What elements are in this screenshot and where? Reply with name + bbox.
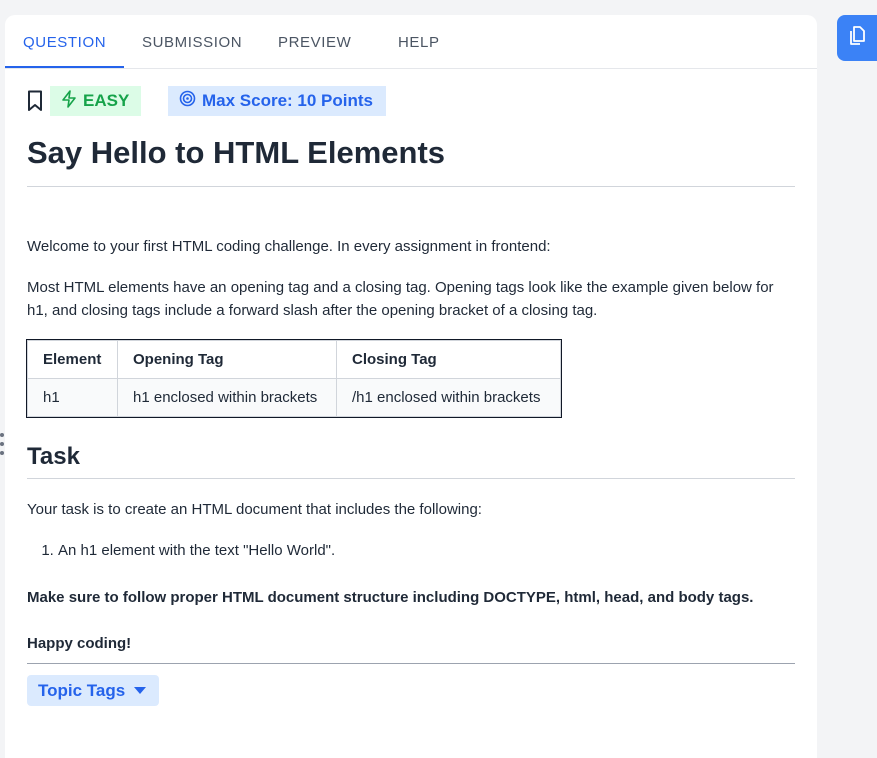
lightning-icon bbox=[61, 89, 77, 113]
active-tab-indicator bbox=[5, 66, 124, 68]
task-steps-list: An h1 element with the text "Hello World… bbox=[27, 539, 335, 562]
footer-divider bbox=[27, 663, 795, 664]
document-icon bbox=[848, 25, 866, 52]
tag-table: Element Opening Tag Closing Tag h1 h1 en… bbox=[26, 339, 562, 418]
tab-bar: QUESTION SUBMISSION PREVIEW HELP bbox=[5, 15, 817, 69]
max-score-badge: Max Score: 10 Points bbox=[168, 86, 386, 116]
question-content: EASY Max Score: 10 Points Say Hello to H… bbox=[26, 85, 795, 706]
task-heading: Task bbox=[27, 443, 80, 470]
intro-text: Welcome to your first HTML coding challe… bbox=[27, 238, 551, 255]
tab-help[interactable]: HELP bbox=[398, 34, 440, 51]
question-panel: QUESTION SUBMISSION PREVIEW HELP EASY Ma… bbox=[5, 15, 817, 758]
list-item: An h1 element with the text "Hello World… bbox=[58, 539, 335, 562]
target-icon bbox=[179, 90, 196, 112]
meta-row: EASY Max Score: 10 Points bbox=[27, 85, 795, 117]
structure-note: Make sure to follow proper HTML document… bbox=[27, 589, 754, 606]
tab-preview[interactable]: PREVIEW bbox=[278, 34, 351, 51]
table-header: Opening Tag bbox=[117, 340, 337, 379]
difficulty-badge: EASY bbox=[50, 86, 141, 116]
title-divider bbox=[27, 186, 795, 187]
table-cell: h1 bbox=[27, 378, 118, 417]
problem-title: Say Hello to HTML Elements bbox=[27, 135, 446, 170]
task-divider bbox=[27, 478, 795, 479]
topic-tags-button[interactable]: Topic Tags bbox=[27, 675, 159, 706]
side-document-button[interactable] bbox=[837, 15, 877, 61]
difficulty-label: EASY bbox=[83, 91, 130, 110]
caret-down-icon bbox=[133, 681, 147, 701]
bookmark-icon[interactable] bbox=[27, 90, 43, 112]
table-header: Element bbox=[27, 340, 118, 379]
max-score-label: Max Score: 10 Points bbox=[202, 91, 374, 110]
topic-tags-label: Topic Tags bbox=[38, 680, 126, 700]
table-header: Closing Tag bbox=[336, 340, 561, 379]
table-cell: /h1 enclosed within brackets bbox=[336, 378, 561, 417]
resize-handle[interactable] bbox=[0, 433, 4, 461]
table-cell: h1 enclosed within brackets bbox=[117, 378, 337, 417]
tab-question[interactable]: QUESTION bbox=[23, 34, 106, 51]
table-header-row: Element Opening Tag Closing Tag bbox=[27, 340, 561, 379]
task-intro-text: Your task is to create an HTML document … bbox=[27, 501, 482, 518]
tab-submission[interactable]: SUBMISSION bbox=[142, 34, 242, 51]
table-row: h1 h1 enclosed within brackets /h1 enclo… bbox=[27, 378, 561, 417]
closing-text: Happy coding! bbox=[27, 635, 132, 652]
description-text: Most HTML elements have an opening tag a… bbox=[27, 279, 774, 319]
